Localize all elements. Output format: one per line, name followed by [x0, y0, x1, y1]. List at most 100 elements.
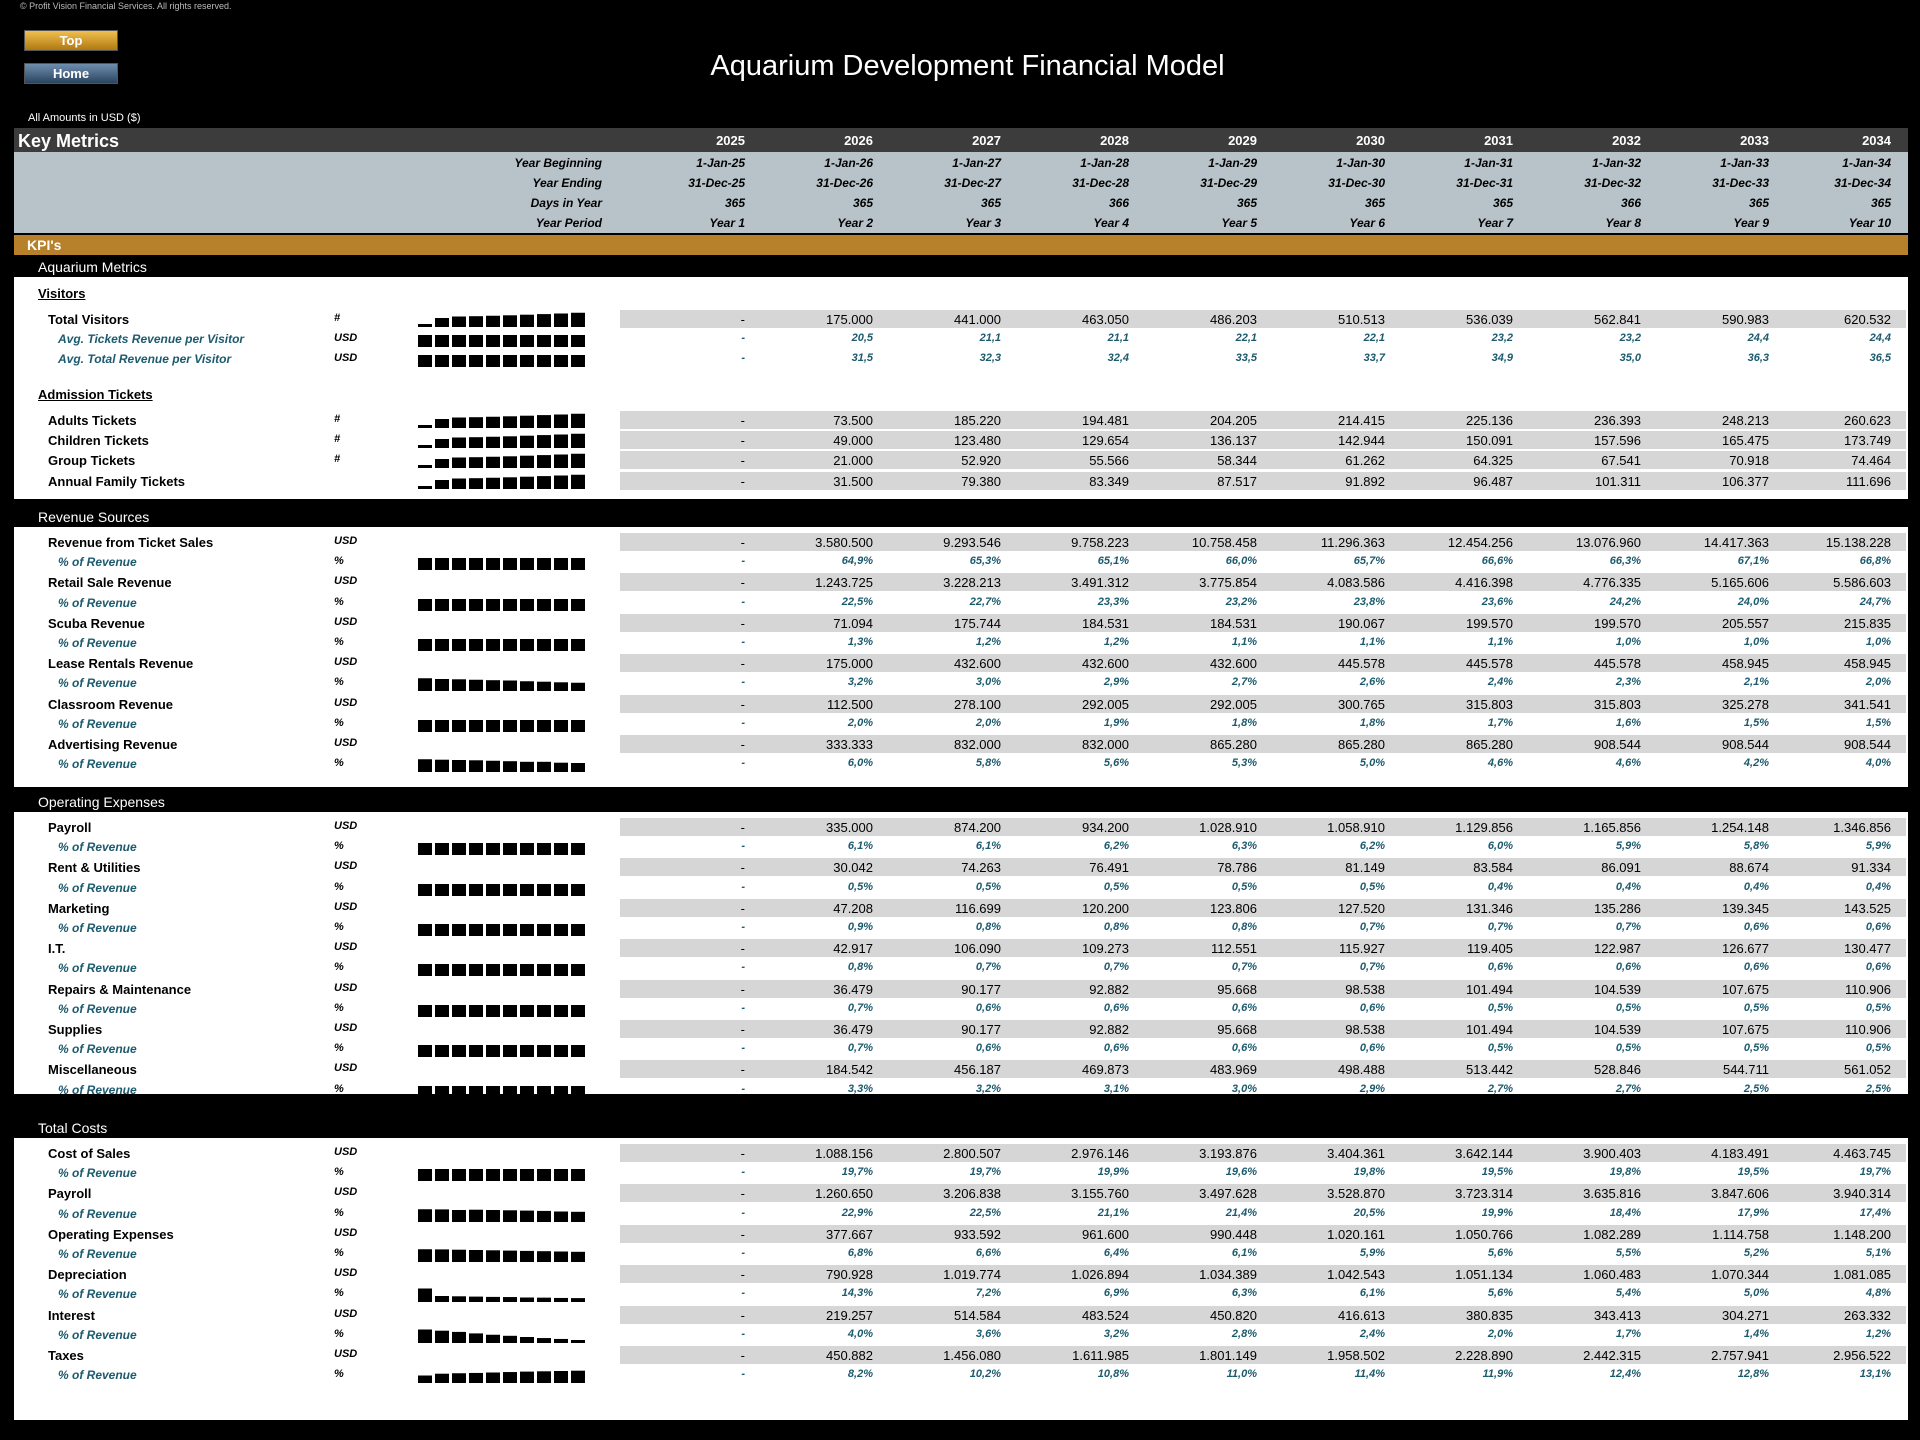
value-cell: 1.801.149 [1199, 1348, 1257, 1363]
value-cell: 36.479 [833, 981, 873, 997]
header-cell: 1-Jan-30 [1336, 156, 1385, 170]
sparkline-bar [486, 315, 500, 327]
sparkline-bar [452, 457, 466, 469]
value-cell: - [741, 1001, 745, 1014]
value-cell: 119.405 [1466, 941, 1513, 957]
sparkline-bar [469, 558, 483, 571]
row-unit: % [334, 840, 344, 853]
value-cell: 432.600 [1082, 656, 1129, 672]
table-row: Total Visitors # - 175.000 441.000 463.050 486… [14, 309, 1908, 329]
sparkline-bar [418, 639, 432, 651]
value-cell: 165.475 [1722, 433, 1769, 449]
sparkline-bar [418, 1045, 432, 1058]
row-label: % of Revenue [58, 1206, 137, 1221]
row-label: % of Revenue [58, 757, 137, 772]
sparkline-bar [486, 964, 500, 977]
row-label: Operating Expenses [48, 1226, 174, 1242]
value-cell: - [740, 1348, 745, 1363]
table-row: % of Revenue% - 0,7% 0,6% 0,6% 0,6% 0,6% 0,5% 0,… [14, 999, 1908, 1019]
value-cell: 4,0% [847, 1327, 873, 1340]
value-cell: 908.544 [1844, 737, 1891, 752]
table-row: % of Revenue% - 22,5% 22,7% 23,3% 23,2% 23,8% 2… [14, 593, 1908, 613]
value-cell: 90.177 [961, 1022, 1001, 1037]
top-button[interactable]: Top [24, 30, 118, 51]
sparkline-bar [537, 761, 551, 773]
sparkline-bar [503, 476, 517, 489]
value-cell: 130.477 [1844, 941, 1891, 957]
value-cell: - [740, 860, 745, 876]
sparkline-bar [418, 558, 432, 571]
header-row-label: Days in Year [530, 196, 602, 210]
value-cell: 214.415 [1338, 413, 1385, 428]
table-row: Retail Sale Revenue USD - 1.243.725 3.228.21… [14, 572, 1908, 592]
section-title: Aquarium Metrics [38, 259, 147, 275]
value-cell: 0,5% [1865, 1042, 1891, 1055]
sparkline-bar [571, 1211, 585, 1222]
value-cell: 0,6% [1231, 1001, 1257, 1014]
sparkline-bar [452, 316, 466, 327]
sparkline-bar [537, 639, 551, 651]
sparkline-bar [486, 760, 500, 773]
row-label: Interest [48, 1307, 95, 1323]
sparkline-bar [537, 598, 551, 611]
table-row: Classroom Revenue USD - 112.500 278.100 292.0… [14, 694, 1908, 714]
value-cell: 5,9% [1615, 840, 1641, 853]
sparkline-bar [469, 924, 483, 936]
subhead: Admission Tickets [38, 387, 153, 402]
sparkline-bar [452, 335, 466, 348]
value-cell: 562.841 [1594, 312, 1641, 327]
header-cell: 1-Jan-32 [1592, 156, 1641, 170]
sparkline-bar [554, 843, 568, 856]
value-cell: 1,2% [1865, 1327, 1891, 1340]
sparkline-chart [418, 883, 585, 896]
value-cell: 19,9% [1097, 1166, 1129, 1179]
value-cell: 10,8% [1097, 1368, 1129, 1381]
header-cell: Year 2 [837, 216, 873, 230]
sparkline-bar [486, 924, 500, 936]
sparkline-bar [503, 1169, 517, 1182]
table-row: % of Revenue% - 6,8% 6,6% 6,4% 6,1% 5,9% 5,6% 5,… [14, 1244, 1908, 1264]
value-cell: 95.668 [1217, 981, 1257, 997]
value-cell: 0,7% [1103, 961, 1129, 974]
sparkline-bar [571, 763, 585, 773]
row-unit: % [334, 636, 344, 648]
sparkline-bar [435, 679, 449, 692]
sparkline-bar [503, 456, 517, 469]
sparkline-bar [435, 1169, 449, 1182]
copyright-text: © Profit Vision Financial Services. All … [20, 1, 232, 11]
value-cell: 1.051.134 [1455, 1267, 1513, 1283]
value-cell: - [740, 615, 745, 631]
value-cell: 1,7% [1615, 1327, 1641, 1340]
value-cell: 1,3% [847, 636, 873, 648]
row-label: Avg. Tickets Revenue per Visitor [58, 332, 245, 347]
value-cell: 0,6% [975, 1042, 1001, 1055]
sparkline-bar [571, 1298, 585, 1303]
value-cell: 6,2% [1359, 840, 1385, 853]
value-cell: 469.873 [1082, 1062, 1129, 1078]
sparkline-chart [418, 1004, 585, 1017]
value-cell: 17,9% [1737, 1206, 1769, 1219]
sparkline-chart [418, 1370, 585, 1384]
sparkline-bar [503, 1297, 517, 1303]
value-cell: 335.000 [826, 820, 873, 835]
value-cell: 150.091 [1466, 433, 1513, 449]
year-2030: 2030 [1356, 133, 1385, 148]
value-cell: 20,5 [851, 332, 873, 345]
row-label: Marketing [48, 900, 110, 916]
sparkline-bar [435, 598, 449, 611]
value-cell: 3,2% [847, 676, 873, 689]
header-row-label: Year Beginning [514, 156, 602, 170]
sparkline-bar [503, 355, 517, 368]
value-cell: 5,3% [1231, 757, 1257, 770]
row-label: % of Revenue [58, 1287, 137, 1302]
row-unit: USD [334, 981, 358, 994]
table-row: Advertising Revenue USD - 333.333 832.000 832… [14, 734, 1908, 754]
value-cell: 19,5% [1737, 1166, 1769, 1179]
header-cell: 366 [1108, 196, 1129, 210]
header-row-label: Year Period [535, 216, 602, 230]
sparkline-bar [486, 1169, 500, 1182]
kpi-label: KPI's [27, 237, 62, 253]
header-cell: 31-Dec-32 [1584, 176, 1641, 190]
value-cell: 5.165.606 [1711, 575, 1769, 591]
value-cell: 34,9 [1491, 352, 1513, 365]
